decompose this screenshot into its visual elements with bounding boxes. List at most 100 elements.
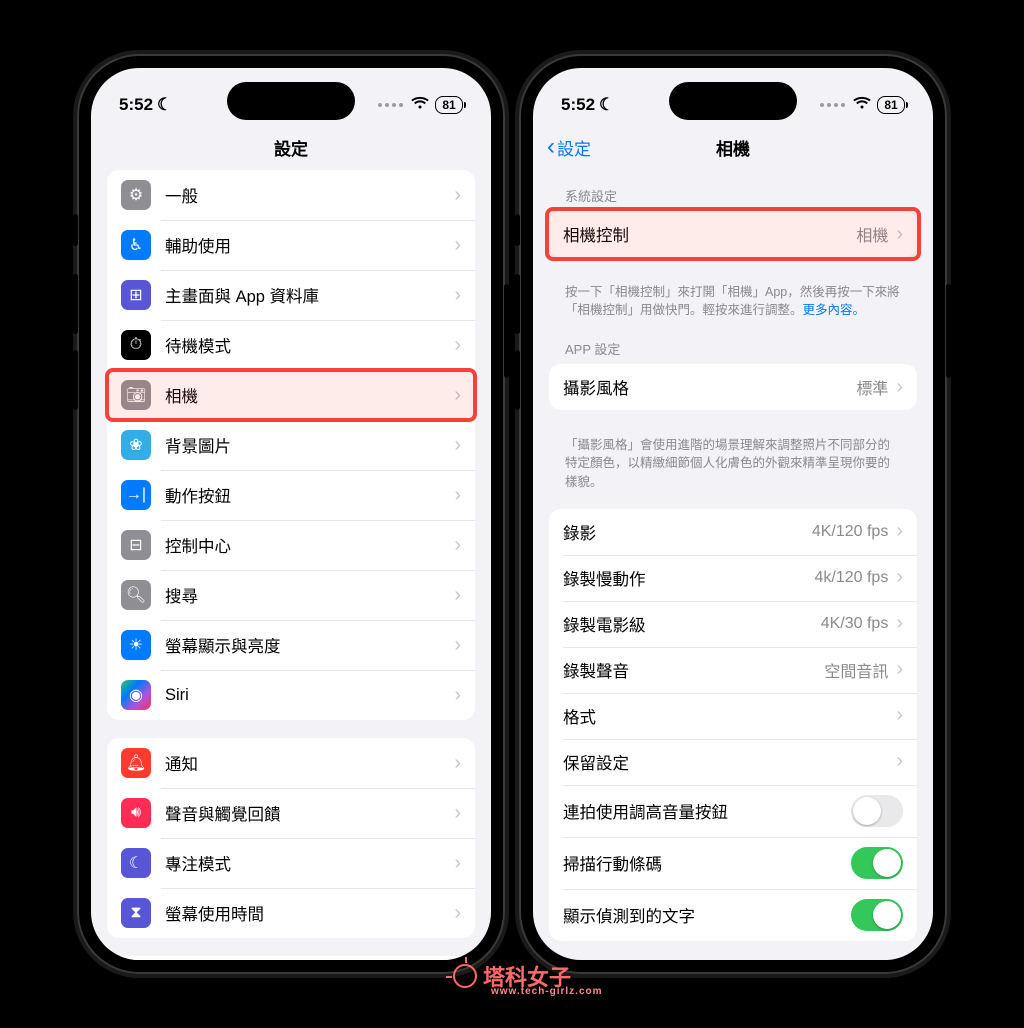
row-label: 掃描行動條碼 xyxy=(563,851,851,875)
chevron-right-icon: › xyxy=(454,802,461,825)
toggle-switch[interactable] xyxy=(851,847,903,879)
row-label: 螢幕顯示與亮度 xyxy=(165,633,454,657)
dynamic-island xyxy=(669,82,797,120)
back-button[interactable]: ‹ 設定 xyxy=(547,135,591,160)
row-photographic-style[interactable]: 攝影風格 標準 › xyxy=(549,364,917,410)
row-label: 錄製電影級 xyxy=(563,612,821,636)
settings-row-錄影[interactable]: 錄影4K/120 fps› xyxy=(549,509,917,555)
toggle-switch[interactable] xyxy=(851,899,903,931)
chevron-right-icon: › xyxy=(896,612,903,635)
row-value: 相機 xyxy=(856,222,888,246)
nav-bar: 設定 xyxy=(91,124,491,170)
row-label: 主畫面與 App 資料庫 xyxy=(165,283,454,307)
row-label: 動作按鈕 xyxy=(165,483,454,507)
wallpaper-icon: ❀ xyxy=(121,430,151,460)
row-label: 搜尋 xyxy=(165,583,454,607)
settings-list[interactable]: ⚙︎一般›♿︎輔助使用› ⊞ 主畫面與 App 資料庫 › ⏱ 待機模式 › 📷︎ 相機 › ❀ 背景… xyxy=(91,170,491,960)
battery-icon: 81 xyxy=(435,96,463,114)
chevron-right-icon: › xyxy=(896,566,903,589)
chevron-right-icon: › xyxy=(454,902,461,925)
notifications-icon: 🔔︎ xyxy=(121,748,151,778)
status-time: 5:52 xyxy=(561,95,595,115)
settings-row-display-icon[interactable]: ☀︎ 螢幕顯示與亮度› xyxy=(107,620,475,670)
row-label: 錄影 xyxy=(563,520,812,544)
chevron-right-icon: › xyxy=(454,484,461,507)
focus-icon: ☾ xyxy=(121,848,151,878)
action-icon: →| xyxy=(121,480,151,510)
section-footer-system: 按一下「相機控制」來打開「相機」App，然後再按一下來將「相機控制」用做快門。輕… xyxy=(549,275,917,323)
back-label: 設定 xyxy=(557,135,591,160)
settings-row-格式[interactable]: 格式› xyxy=(549,693,917,739)
search-icon: 🔍︎ xyxy=(121,580,151,610)
row-value: 4K/30 fps xyxy=(821,615,889,633)
settings-row-focus-icon[interactable]: ☾專注模式› xyxy=(107,838,475,888)
row-label: 聲音與觸覺回饋 xyxy=(165,801,454,825)
control-icon: ⊟ xyxy=(121,530,151,560)
row-label: 保留設定 xyxy=(563,750,896,774)
chevron-left-icon: ‹ xyxy=(547,135,555,159)
camera-icon: 📷︎ xyxy=(121,380,151,410)
row-label: 相機 xyxy=(165,383,454,407)
settings-row-control-icon[interactable]: ⊟ 控制中心› xyxy=(107,520,475,570)
settings-row-錄製慢動作[interactable]: 錄製慢動作4k/120 fps› xyxy=(549,555,917,601)
display-icon: ☀︎ xyxy=(121,630,151,660)
settings-row-standby-icon[interactable]: ⏱待機模式› xyxy=(107,320,475,370)
chevron-right-icon: › xyxy=(454,534,461,557)
more-link[interactable]: 更多內容。 xyxy=(803,303,866,317)
section-footer-app: 「攝影風格」會使用進階的場景理解來調整照片不同部分的特定顏色，以精緻細節個人化膚… xyxy=(549,428,917,494)
toggle-row-連拍使用調高音量按鈕[interactable]: 連拍使用調高音量按鈕 xyxy=(549,785,917,837)
screentime-icon: ⧗ xyxy=(121,898,151,928)
screen-left: 5:52 ☾ 81 設定 ⚙︎一般›♿︎輔助使用› ⊞ 主畫面與 App 資料庫 › ⏱… xyxy=(91,68,491,960)
row-label: 待機模式 xyxy=(165,333,454,357)
row-label: 控制中心 xyxy=(165,533,454,557)
wifi-icon xyxy=(411,95,429,115)
settings-row-gear-icon[interactable]: ⚙︎一般› xyxy=(107,170,475,220)
row-value: 4K/120 fps xyxy=(812,523,889,541)
settings-row-action-icon[interactable]: →| 動作按鈕› xyxy=(107,470,475,520)
row-camera-control[interactable]: 相機控制 相機 › xyxy=(549,211,917,257)
toggle-row-顯示偵測到的文字[interactable]: 顯示偵測到的文字 xyxy=(549,889,917,941)
page-title: 設定 xyxy=(274,135,308,160)
settings-row-sound-icon[interactable]: 🔊︎聲音與觸覺回饋› xyxy=(107,788,475,838)
settings-row-accessibility-icon[interactable]: ♿︎輔助使用› xyxy=(107,220,475,270)
settings-row-錄製電影級[interactable]: 錄製電影級4K/30 fps › xyxy=(549,601,917,647)
settings-row-錄製聲音[interactable]: 錄製聲音空間音訊› xyxy=(549,647,917,693)
camera-settings-list[interactable]: 系統設定 相機控制 相機 › 按一下「相機控制」來打開「相機」App，然後再按一… xyxy=(533,170,933,960)
siri-icon: ◉ xyxy=(121,680,151,710)
settings-row-home-icon[interactable]: ⊞主畫面與 App 資料庫› xyxy=(107,270,475,320)
row-value: 空間音訊 xyxy=(824,658,888,682)
chevron-right-icon: › xyxy=(454,634,461,657)
page-title: 相機 xyxy=(716,135,750,160)
row-label: Siri xyxy=(165,686,454,705)
chevron-right-icon: › xyxy=(896,658,903,681)
row-label: 輔助使用 xyxy=(165,233,454,257)
phone-right-frame: 5:52 ☾ 81 ‹ 設定 相機 系統設定 相機控制 xyxy=(519,54,947,974)
status-time: 5:52 xyxy=(119,95,153,115)
row-label: 通知 xyxy=(165,751,454,775)
settings-row-保留設定[interactable]: 保留設定› xyxy=(549,739,917,785)
home-icon: ⊞ xyxy=(121,280,151,310)
toggle-row-掃描行動條碼[interactable]: 掃描行動條碼 xyxy=(549,837,917,889)
row-label: 背景圖片 xyxy=(165,433,454,457)
standby-icon: ⏱ xyxy=(121,330,151,360)
moon-icon: ☾ xyxy=(599,95,614,115)
settings-row-search-icon[interactable]: 🔍︎搜尋› xyxy=(107,570,475,620)
settings-row-camera-icon[interactable]: 📷︎相機› xyxy=(107,370,475,420)
dynamic-island xyxy=(227,82,355,120)
settings-row-notifications-icon[interactable]: 🔔︎ 通知› xyxy=(107,738,475,788)
row-label: 攝影風格 xyxy=(563,375,856,399)
row-label: 專注模式 xyxy=(165,851,454,875)
settings-row-screentime-icon[interactable]: ⧗螢幕使用時間› xyxy=(107,888,475,938)
chevron-right-icon: › xyxy=(454,752,461,775)
toggle-switch[interactable] xyxy=(851,795,903,827)
settings-row-siri-icon[interactable]: ◉Siri› xyxy=(107,670,475,720)
settings-row-faceid-icon[interactable]: ⊡Face ID 與密碼› xyxy=(107,956,475,960)
row-label: 錄製慢動作 xyxy=(563,566,815,590)
battery-icon: 81 xyxy=(877,96,905,114)
moon-icon: ☾ xyxy=(157,95,172,115)
chevron-right-icon: › xyxy=(896,704,903,727)
settings-row-wallpaper-icon[interactable]: ❀背景圖片› xyxy=(107,420,475,470)
row-label: 顯示偵測到的文字 xyxy=(563,903,851,927)
chevron-right-icon: › xyxy=(896,223,903,246)
chevron-right-icon: › xyxy=(454,184,461,207)
